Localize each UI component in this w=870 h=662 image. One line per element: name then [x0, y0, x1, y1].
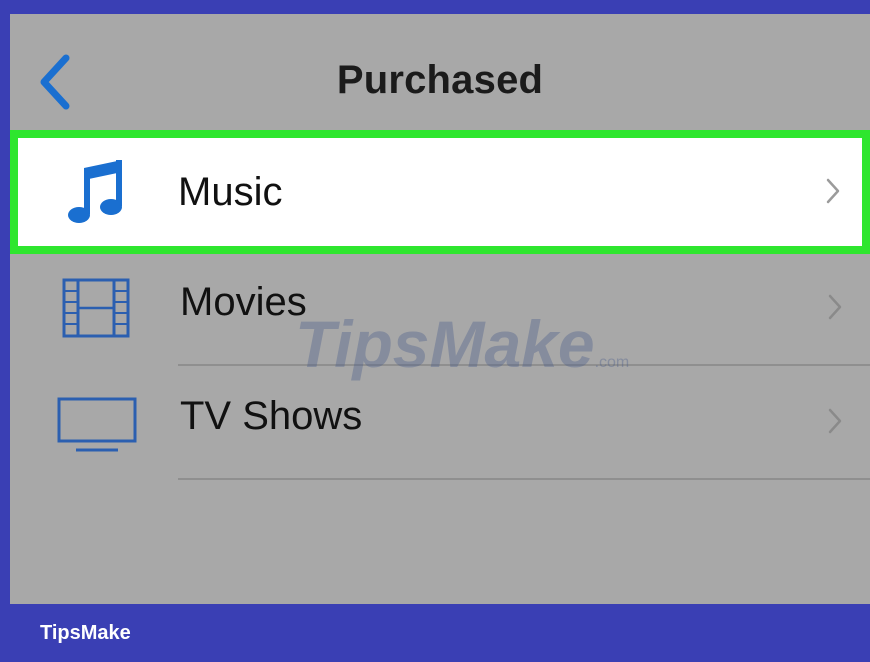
row-separator: [178, 478, 870, 480]
film-strip-icon: [62, 278, 130, 338]
footer-brand: TipsMake: [40, 622, 131, 644]
list-item-tv-shows[interactable]: TV Shows: [10, 364, 870, 478]
list-item-label: Movies: [180, 280, 307, 324]
navigation-bar: Purchased: [10, 14, 870, 130]
chevron-right-icon: [828, 294, 842, 320]
page-title: Purchased: [336, 58, 544, 102]
chevron-right-icon: [826, 178, 840, 204]
list-item-music[interactable]: Music: [10, 130, 870, 254]
list-item-label: TV Shows: [180, 394, 363, 438]
tv-icon: [57, 397, 137, 452]
list-item-label: Music: [178, 170, 283, 214]
list-item-movies[interactable]: Movies: [10, 250, 870, 364]
chevron-right-icon: [828, 408, 842, 434]
music-note-icon: [68, 160, 122, 223]
app-screen: Purchased Music Movies TV Shows TipsMake…: [10, 14, 870, 604]
